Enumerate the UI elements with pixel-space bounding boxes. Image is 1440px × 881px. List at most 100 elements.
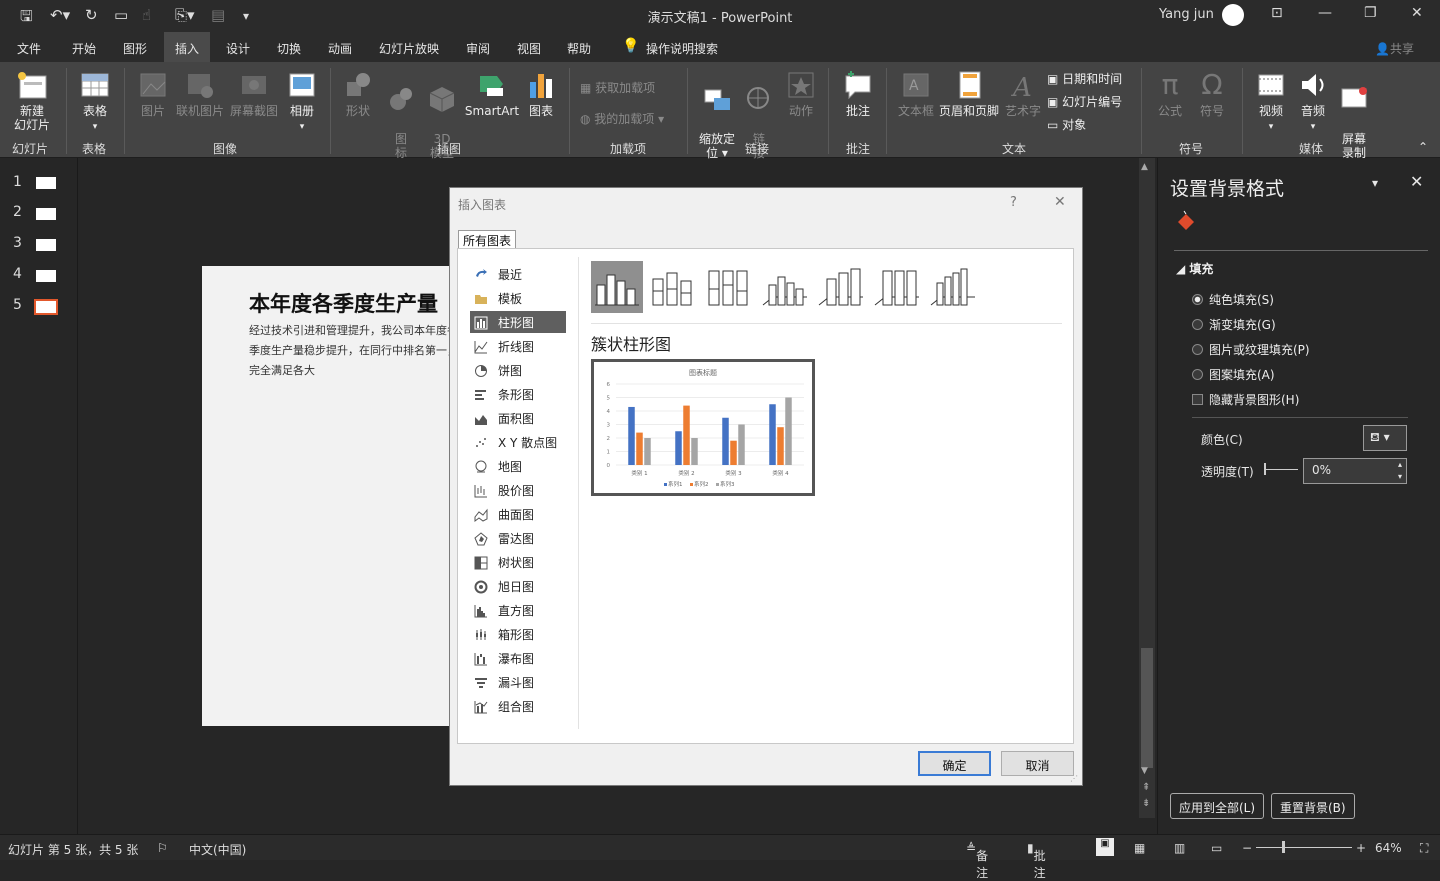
chart-type-area[interactable]: 面积图	[470, 407, 566, 429]
vertical-scrollbar[interactable]: ▲ ▼ ⇞ ⇟	[1139, 158, 1155, 818]
minimize-icon[interactable]: —	[1318, 5, 1332, 21]
chart-type-funnel[interactable]: 漏斗图	[470, 671, 566, 693]
tab-file[interactable]: 文件	[17, 40, 41, 57]
fill-section-header[interactable]: ◢ 填充	[1176, 260, 1213, 277]
video-button[interactable]: 视频 ▾	[1254, 70, 1288, 134]
slide-sorter-icon[interactable]: ▦	[1134, 841, 1145, 855]
comments-button[interactable]: ▮ 批注	[1027, 841, 1046, 880]
subtype-100-stacked-column[interactable]	[703, 261, 755, 313]
transparency-input[interactable]: 0% ▴ ▾	[1303, 458, 1407, 484]
tab-insert[interactable]: 插入	[164, 32, 211, 62]
header-footer-button[interactable]: 页眉和页脚	[938, 70, 1000, 118]
picture-button[interactable]: 图片	[135, 70, 171, 118]
symbol-button[interactable]: Ω 符号	[1194, 70, 1230, 119]
zoom-slider-thumb[interactable]	[1282, 841, 1285, 853]
ribbon-display-icon[interactable]: ⊡	[1271, 5, 1283, 21]
get-addins-button[interactable]: ▦ 获取加载项	[580, 79, 655, 96]
scroll-up-icon[interactable]: ▲	[1141, 162, 1148, 172]
tab-view[interactable]: 视图	[517, 40, 541, 57]
tab-home[interactable]: 开始	[72, 40, 96, 57]
chart-type-pie[interactable]: 饼图	[470, 359, 566, 381]
solid-fill-radio[interactable]: 纯色填充(S)	[1192, 291, 1274, 308]
accessibility-icon[interactable]: ⚐	[157, 841, 168, 855]
chart-type-column[interactable]: 柱形图	[470, 311, 566, 333]
chart-type-combo[interactable]: 组合图	[470, 695, 566, 717]
help-button[interactable]: ?	[1010, 195, 1017, 210]
pane-options-icon[interactable]: ▾	[1372, 176, 1378, 190]
tab-animations[interactable]: 动画	[328, 40, 352, 57]
spinner-icon[interactable]: ▴ ▾	[1398, 459, 1402, 483]
online-picture-button[interactable]: 联机图片	[175, 70, 225, 118]
share-button[interactable]: 👤共享	[1375, 40, 1414, 57]
tab-transitions[interactable]: 切换	[277, 40, 301, 57]
slide-title[interactable]: 本年度各季度生产量	[249, 288, 438, 318]
tab-draw[interactable]: 图形	[123, 40, 147, 57]
chart-type-scatter[interactable]: X Y 散点图	[470, 431, 566, 453]
slide-thumbnail[interactable]	[36, 239, 56, 251]
apply-to-all-button[interactable]: 应用到全部(L)	[1170, 793, 1265, 819]
new-slide-button[interactable]: 新建 幻灯片	[8, 70, 56, 132]
zoom-button[interactable]: 缩放定 位 ▾	[696, 70, 738, 160]
chart-button[interactable]: 图表	[524, 70, 558, 118]
transparency-slider[interactable]	[1264, 469, 1298, 470]
normal-view-icon[interactable]: ▣	[1096, 838, 1114, 856]
reading-view-icon[interactable]: ▥	[1174, 841, 1185, 855]
tab-review[interactable]: 审阅	[466, 40, 490, 57]
restore-icon[interactable]: ❐	[1364, 5, 1377, 21]
chart-type-templates[interactable]: 模板	[470, 287, 566, 309]
subtype-3d-clustered-column[interactable]	[759, 261, 811, 313]
cancel-button[interactable]: 取消	[1001, 751, 1074, 776]
slide-thumbnail[interactable]	[36, 270, 56, 282]
tab-design[interactable]: 设计	[226, 40, 250, 57]
resize-grip-icon[interactable]: ⋰	[1070, 774, 1078, 783]
prev-slide-icon[interactable]: ⇞	[1142, 782, 1150, 793]
fit-to-window-icon[interactable]: ⛶	[1420, 841, 1428, 856]
ok-button[interactable]: 确定	[918, 751, 991, 776]
date-time-button[interactable]: ▣ 日期和时间	[1047, 70, 1122, 87]
table-button[interactable]: 表格 ▾	[76, 70, 114, 134]
icons-button[interactable]: 图 标	[386, 70, 416, 160]
equation-button[interactable]: π 公式	[1152, 70, 1188, 119]
fill-bucket-icon[interactable]	[1174, 210, 1198, 234]
slideshow-view-icon[interactable]: ▭	[1211, 841, 1222, 855]
zoom-in-button[interactable]: +	[1356, 841, 1366, 855]
avatar[interactable]	[1222, 4, 1244, 26]
scroll-down-icon[interactable]: ▼	[1141, 766, 1148, 776]
chart-type-box[interactable]: 箱形图	[470, 623, 566, 645]
gradient-fill-radio[interactable]: 渐变填充(G)	[1192, 316, 1276, 333]
chart-type-treemap[interactable]: 树状图	[470, 551, 566, 573]
wordart-button[interactable]: A 艺术字	[1004, 70, 1042, 118]
screen-record-button[interactable]: 屏幕 录制	[1337, 70, 1371, 160]
smartart-button[interactable]: SmartArt	[464, 70, 520, 118]
action-button[interactable]: 动作	[784, 70, 818, 118]
tell-me-search[interactable]: 操作说明搜索	[646, 40, 718, 57]
slide-thumbnail[interactable]	[36, 208, 56, 220]
chart-type-recent[interactable]: 最近	[470, 263, 566, 285]
zoom-level[interactable]: 64%	[1375, 841, 1402, 855]
collapse-ribbon-icon[interactable]: ⌃	[1418, 140, 1428, 154]
reset-background-button[interactable]: 重置背景(B)	[1271, 793, 1355, 819]
chart-type-line[interactable]: 折线图	[470, 335, 566, 357]
slide-thumbnail[interactable]	[36, 177, 56, 189]
screenshot-button[interactable]: 屏幕截图	[228, 70, 280, 118]
language-indicator[interactable]: 中文(中国)	[189, 841, 246, 858]
chart-type-stock[interactable]: 股价图	[470, 479, 566, 501]
comment-button[interactable]: 批注	[840, 70, 876, 118]
textbox-button[interactable]: A 文本框	[896, 70, 936, 118]
slider-thumb[interactable]	[1264, 463, 1266, 475]
slide-number-button[interactable]: ▣ 幻灯片编号	[1047, 93, 1122, 110]
user-name[interactable]: Yang jun	[1159, 7, 1214, 22]
slide-thumbnail-selected[interactable]	[34, 299, 58, 315]
photo-album-button[interactable]: 相册 ▾	[284, 70, 320, 134]
chart-type-surface[interactable]: 曲面图	[470, 503, 566, 525]
subtype-3d-100-stacked-column[interactable]	[871, 261, 923, 313]
color-picker-button[interactable]: ⛾ ▾	[1363, 425, 1407, 451]
shapes-button[interactable]: 形状	[340, 70, 376, 118]
scrollbar-thumb[interactable]	[1141, 648, 1153, 768]
object-button[interactable]: ▭ 对象	[1047, 116, 1086, 133]
chart-type-waterfall[interactable]: 瀑布图	[470, 647, 566, 669]
tab-all-charts[interactable]: 所有图表	[458, 230, 517, 248]
chart-type-map[interactable]: 地图	[470, 455, 566, 477]
slide-body-text[interactable]: 经过技术引进和管理提升，我公司本年度各季度生产量稳步提升，在同行中排名第一，完全…	[249, 321, 459, 381]
close-window-icon[interactable]: ✕	[1411, 5, 1423, 21]
